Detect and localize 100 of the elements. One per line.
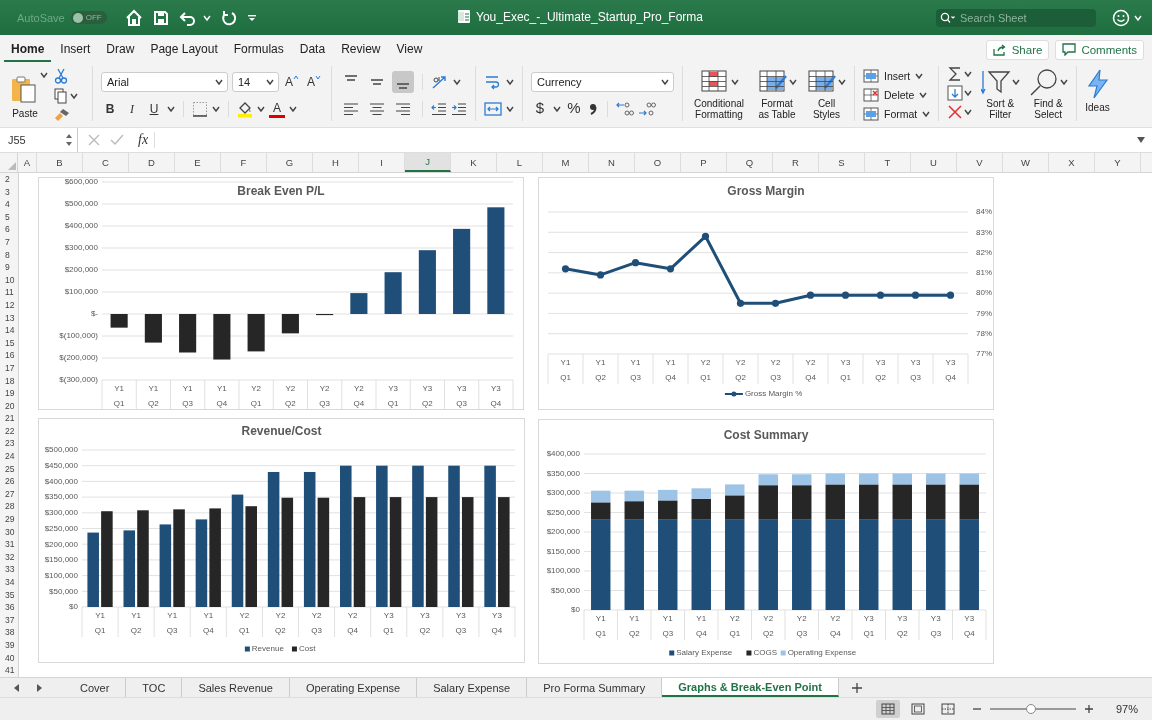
row-header[interactable]: 34 xyxy=(0,576,18,589)
row-header[interactable]: 8 xyxy=(0,248,18,262)
row-header[interactable]: 26 xyxy=(0,475,18,488)
row-header[interactable]: 4 xyxy=(0,198,18,211)
row-header[interactable]: 23 xyxy=(0,437,18,451)
decrease-decimal-icon[interactable] xyxy=(638,101,656,118)
copy-icon[interactable] xyxy=(54,87,68,104)
row-header[interactable]: 25 xyxy=(0,462,18,476)
column-header[interactable]: L xyxy=(497,153,543,172)
undo-icon[interactable] xyxy=(178,9,197,26)
expand-icon[interactable] xyxy=(1136,136,1146,144)
column-header[interactable]: D xyxy=(129,153,175,172)
column-header[interactable]: S xyxy=(819,153,865,172)
fill-down-icon[interactable] xyxy=(947,84,964,101)
column-header[interactable]: F xyxy=(221,153,267,172)
font-field[interactable]: Arial xyxy=(101,71,228,92)
ribbon-tab[interactable]: Formulas xyxy=(226,35,291,62)
row-header[interactable]: 6 xyxy=(0,223,18,236)
column-header[interactable]: C xyxy=(83,153,129,172)
bold-button[interactable]: B xyxy=(101,99,119,120)
scroll-left-icon[interactable] xyxy=(12,682,22,693)
merge-cells-icon[interactable] xyxy=(484,101,502,118)
clear-icon[interactable] xyxy=(947,103,964,120)
underline-button[interactable]: U xyxy=(145,99,163,120)
caret-icon[interactable] xyxy=(289,105,297,114)
row-header[interactable]: 20 xyxy=(0,399,18,413)
add-sheet-icon[interactable] xyxy=(850,681,863,694)
row-header[interactable]: 21 xyxy=(0,412,18,425)
alignment-button[interactable] xyxy=(392,70,414,93)
caret-icon[interactable] xyxy=(70,91,78,100)
column-header[interactable]: G xyxy=(267,153,313,172)
row-header[interactable]: 35 xyxy=(0,588,18,602)
ribbon-tab[interactable]: View xyxy=(389,35,430,62)
row-header[interactable]: 2 xyxy=(0,173,18,186)
column-header[interactable]: W xyxy=(1003,153,1049,172)
caret-icon[interactable] xyxy=(730,78,739,86)
font-color-button[interactable]: A xyxy=(269,100,285,119)
increase-decimal-icon[interactable] xyxy=(616,101,634,118)
row-header[interactable]: 14 xyxy=(0,324,18,337)
styles-button[interactable]: Format as Table xyxy=(757,68,797,120)
customize-menu-icon[interactable] xyxy=(246,12,257,23)
italic-button[interactable]: I xyxy=(123,99,141,120)
view-button[interactable] xyxy=(875,700,900,718)
row-header[interactable]: 5 xyxy=(0,210,18,224)
column-header[interactable]: M xyxy=(543,153,589,172)
ribbon-tab[interactable]: Draw xyxy=(99,35,142,62)
row-header[interactable]: 27 xyxy=(0,487,18,501)
scroll-right-icon[interactable] xyxy=(34,682,44,693)
comma-style-icon[interactable] xyxy=(587,101,599,118)
column-header[interactable]: O xyxy=(635,153,681,172)
save-icon[interactable] xyxy=(152,9,169,26)
cells-button[interactable]: Format xyxy=(863,106,918,121)
ribbon-tab[interactable]: Page Layout xyxy=(143,35,225,62)
column-header[interactable]: J xyxy=(405,153,451,172)
caret-icon[interactable] xyxy=(167,105,175,114)
row-header[interactable]: 17 xyxy=(0,361,18,375)
scissors-icon[interactable] xyxy=(54,67,68,84)
zoom-slider[interactable] xyxy=(989,703,1076,715)
caret-icon[interactable] xyxy=(257,105,265,114)
caret-icon[interactable] xyxy=(922,109,931,118)
row-header[interactable]: 28 xyxy=(0,500,18,514)
column-header[interactable]: P xyxy=(681,153,727,172)
format-painter-icon[interactable] xyxy=(54,107,70,122)
column-header[interactable]: V xyxy=(957,153,1003,172)
sheet-tab[interactable]: Graphs & Break-Even Point xyxy=(662,678,839,697)
caret-icon[interactable] xyxy=(964,88,973,97)
row-header[interactable]: 38 xyxy=(0,626,18,639)
column-header[interactable]: A xyxy=(18,153,37,172)
row-header[interactable]: 13 xyxy=(0,311,18,325)
comments-button[interactable]: Comments xyxy=(1055,39,1144,60)
cells-button[interactable]: Insert xyxy=(863,68,911,83)
caret-icon[interactable] xyxy=(838,78,846,86)
caret-icon[interactable] xyxy=(212,105,220,114)
caret-icon[interactable] xyxy=(964,107,973,116)
column-header[interactable]: E xyxy=(175,153,221,172)
redo-icon[interactable] xyxy=(220,9,237,26)
ribbon-tab[interactable]: Data xyxy=(292,35,333,62)
caret-icon[interactable] xyxy=(1059,78,1068,86)
row-header[interactable]: 7 xyxy=(0,235,18,249)
borders-icon[interactable] xyxy=(192,101,208,118)
ideas-button[interactable]: Ideas xyxy=(1085,66,1110,123)
row-header[interactable]: 37 xyxy=(0,613,18,627)
search-field[interactable]: Search Sheet xyxy=(936,8,1096,27)
row-header[interactable]: 9 xyxy=(0,261,18,274)
styles-button[interactable]: Cell Styles xyxy=(807,68,846,120)
fill-color-icon[interactable] xyxy=(237,100,253,118)
autosave-toggle[interactable]: OFF xyxy=(70,11,107,24)
caret-icon[interactable] xyxy=(553,105,561,114)
caret-icon[interactable] xyxy=(1011,78,1020,86)
ribbon-tab[interactable]: Review xyxy=(334,35,388,62)
row-header[interactable]: 15 xyxy=(0,336,18,350)
styles-button[interactable]: Conditional Formatting xyxy=(691,68,747,120)
column-header[interactable]: X xyxy=(1049,153,1095,172)
row-header[interactable]: 22 xyxy=(0,424,18,438)
row-header[interactable]: 32 xyxy=(0,550,18,564)
column-header[interactable]: U xyxy=(911,153,957,172)
row-header[interactable]: 31 xyxy=(0,538,18,551)
row-header[interactable]: 3 xyxy=(0,185,18,199)
row-header[interactable]: 30 xyxy=(0,525,18,539)
row-header[interactable]: 29 xyxy=(0,513,18,526)
